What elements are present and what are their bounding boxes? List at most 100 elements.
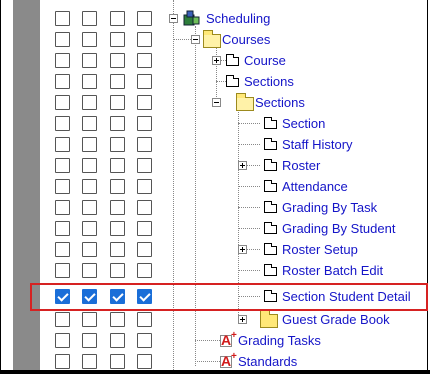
- permission-checkbox-a[interactable]: [110, 179, 125, 194]
- permission-checkbox-w[interactable]: [82, 53, 97, 68]
- permission-checkbox-d[interactable]: [137, 221, 152, 236]
- permission-checkbox-w[interactable]: [82, 116, 97, 131]
- tree-label[interactable]: Sections: [244, 73, 294, 90]
- tree-row-roster: Roster: [0, 155, 430, 176]
- permission-checkbox-r[interactable]: [55, 32, 70, 47]
- permission-checkbox-r[interactable]: [55, 221, 70, 236]
- permission-checkbox-w[interactable]: [82, 137, 97, 152]
- tree-label[interactable]: Course: [244, 52, 286, 69]
- tree-label[interactable]: Sections: [255, 94, 305, 111]
- permission-checkbox-a[interactable]: [110, 312, 125, 327]
- permission-checkbox-a[interactable]: [110, 263, 125, 278]
- permission-checkbox-d[interactable]: [137, 11, 152, 26]
- tree-label[interactable]: Grading By Student: [282, 220, 395, 237]
- permission-checkbox-a[interactable]: [110, 333, 125, 348]
- permission-checkbox-a[interactable]: [110, 137, 125, 152]
- permission-checkbox-a[interactable]: [110, 11, 125, 26]
- permission-checkbox-w[interactable]: [82, 221, 97, 236]
- expand-toggle[interactable]: [212, 56, 221, 65]
- permission-checkbox-d[interactable]: [137, 354, 152, 369]
- permission-checkbox-r[interactable]: [55, 137, 70, 152]
- tree-row-grading-tasks: A + Grading Tasks: [0, 330, 430, 351]
- permission-checkbox-r[interactable]: [55, 158, 70, 173]
- permission-checkbox-r[interactable]: [55, 242, 70, 257]
- permission-checkbox-d[interactable]: [137, 158, 152, 173]
- permission-checkbox-d[interactable]: [137, 137, 152, 152]
- collapse-toggle[interactable]: [191, 35, 200, 44]
- permission-checkbox-r[interactable]: [55, 263, 70, 278]
- tree-label[interactable]: Scheduling: [206, 10, 270, 27]
- permission-checkbox-d[interactable]: [137, 95, 152, 110]
- permission-checkbox-d[interactable]: [137, 242, 152, 257]
- permission-checkbox-d[interactable]: [137, 74, 152, 89]
- permission-checkbox-w[interactable]: [82, 158, 97, 173]
- permission-checkbox-a[interactable]: [110, 74, 125, 89]
- tree-label[interactable]: Courses: [222, 31, 270, 48]
- permission-checkbox-d[interactable]: [137, 312, 152, 327]
- page-icon: [264, 138, 277, 150]
- tree-label[interactable]: Roster: [282, 157, 320, 174]
- permission-checkbox-r[interactable]: [55, 200, 70, 215]
- permission-checkbox-w[interactable]: [82, 179, 97, 194]
- permission-checkbox-a[interactable]: [110, 221, 125, 236]
- tree-row-courses: Courses: [0, 29, 430, 50]
- expand-toggle[interactable]: [238, 245, 247, 254]
- permission-checkbox-a[interactable]: [110, 200, 125, 215]
- permission-checkbox-w[interactable]: [82, 354, 97, 369]
- tree-label[interactable]: Staff History: [282, 136, 353, 153]
- permission-checkbox-d[interactable]: [137, 333, 152, 348]
- tree-row-course: Course: [0, 50, 430, 71]
- page-icon: [264, 117, 277, 129]
- permission-checkbox-a[interactable]: [110, 53, 125, 68]
- tree-label[interactable]: Roster Setup: [282, 241, 358, 258]
- permission-checkbox-r[interactable]: [55, 333, 70, 348]
- permission-checkbox-d[interactable]: [137, 32, 152, 47]
- permission-checkbox-a[interactable]: [110, 116, 125, 131]
- permission-checkbox-w[interactable]: [82, 312, 97, 327]
- permission-checkbox-a[interactable]: [110, 354, 125, 369]
- tree-label[interactable]: Standards: [238, 353, 297, 370]
- page-icon: [264, 180, 277, 192]
- permission-checkbox-d[interactable]: [137, 53, 152, 68]
- permission-checkbox-w[interactable]: [82, 11, 97, 26]
- tree-label[interactable]: Attendance: [282, 178, 348, 195]
- permission-checkbox-a[interactable]: [110, 242, 125, 257]
- expand-toggle[interactable]: [238, 161, 247, 170]
- tree-label[interactable]: Roster Batch Edit: [282, 262, 383, 279]
- permission-checkbox-r[interactable]: [55, 11, 70, 26]
- tree-line: [238, 123, 260, 124]
- highlight-box: [30, 283, 428, 311]
- tree-label[interactable]: Grading Tasks: [238, 332, 321, 349]
- permission-checkbox-r[interactable]: [55, 179, 70, 194]
- tree-line: [216, 81, 226, 82]
- permission-checkbox-r[interactable]: [55, 53, 70, 68]
- permission-checkbox-r[interactable]: [55, 74, 70, 89]
- permission-checkbox-d[interactable]: [137, 263, 152, 278]
- permission-checkbox-d[interactable]: [137, 200, 152, 215]
- permission-checkbox-w[interactable]: [82, 32, 97, 47]
- expand-toggle[interactable]: [238, 315, 247, 324]
- permission-checkbox-d[interactable]: [137, 116, 152, 131]
- permission-checkbox-r[interactable]: [55, 354, 70, 369]
- permission-checkbox-r[interactable]: [55, 95, 70, 110]
- permission-checkbox-w[interactable]: [82, 200, 97, 215]
- tree-row-attendance: Attendance: [0, 176, 430, 197]
- tree-label[interactable]: Section: [282, 115, 325, 132]
- permission-checkbox-a[interactable]: [110, 158, 125, 173]
- collapse-toggle[interactable]: [169, 14, 178, 23]
- permission-checkbox-w[interactable]: [82, 74, 97, 89]
- permission-checkbox-d[interactable]: [137, 179, 152, 194]
- permission-checkbox-a[interactable]: [110, 32, 125, 47]
- tree-label[interactable]: Guest Grade Book: [282, 311, 390, 328]
- permission-checkbox-w[interactable]: [82, 95, 97, 110]
- tree-row-sections-folder: Sections: [0, 92, 430, 113]
- permission-checkbox-w[interactable]: [82, 263, 97, 278]
- collapse-toggle[interactable]: [212, 98, 221, 107]
- tree-label[interactable]: Grading By Task: [282, 199, 377, 216]
- permission-checkbox-r[interactable]: [55, 116, 70, 131]
- permission-checkbox-w[interactable]: [82, 333, 97, 348]
- permission-checkbox-w[interactable]: [82, 242, 97, 257]
- permission-checkbox-r[interactable]: [55, 312, 70, 327]
- permission-checkbox-a[interactable]: [110, 95, 125, 110]
- tree-line: [238, 228, 260, 229]
